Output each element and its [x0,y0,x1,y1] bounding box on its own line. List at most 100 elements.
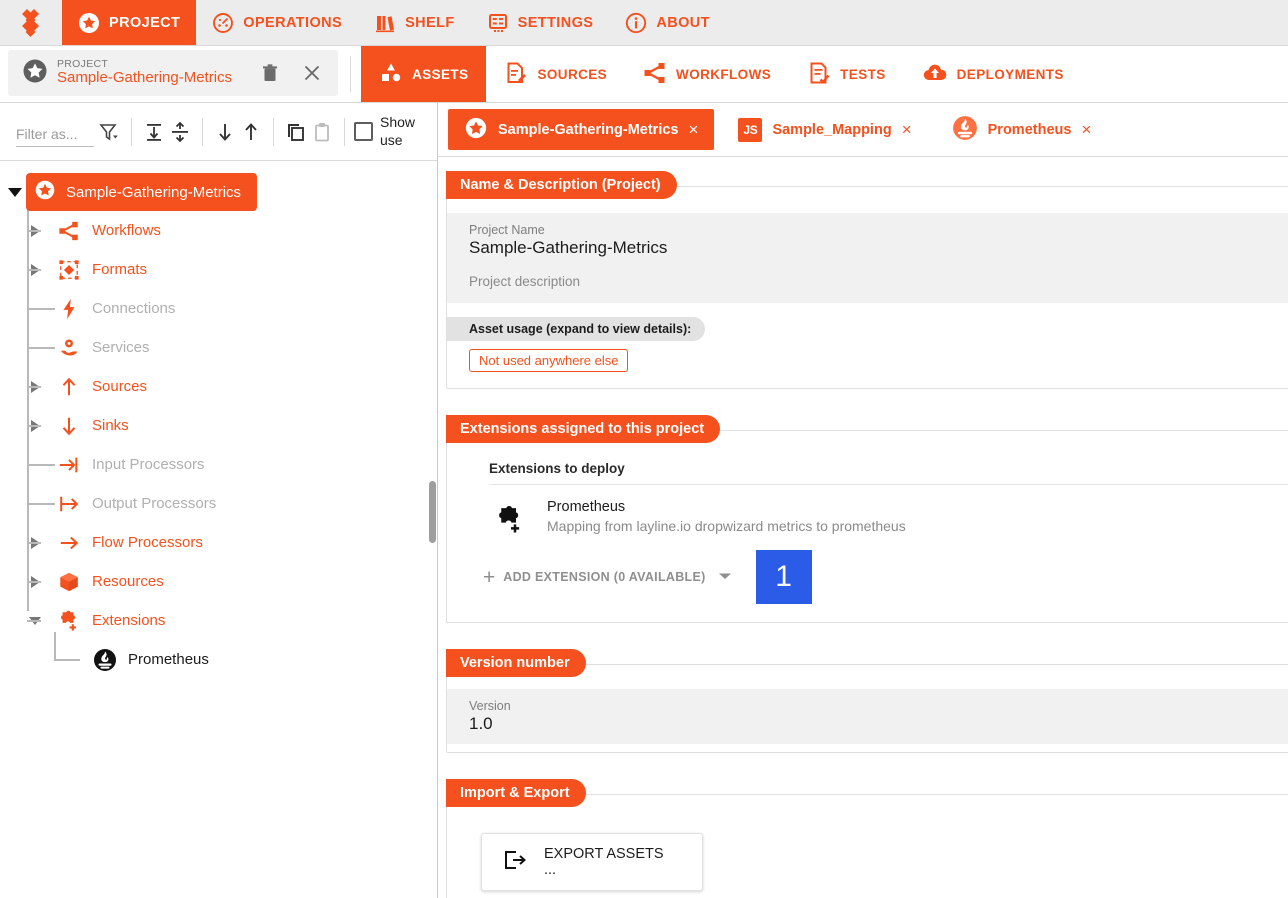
topmenu-item-about[interactable]: ABOUT [609,0,726,45]
move-down-button[interactable] [212,117,238,147]
workflow-nodes-icon [643,61,667,88]
cloud-upload-icon [922,61,948,88]
project-toolbar: PROJECT Sample-Gathering-Metrics ASSETS [0,46,1288,103]
tree-row-workflows[interactable]: Workflows [0,211,437,250]
plus-icon: + [483,565,496,589]
asset-usage-header[interactable]: Asset usage (expand to view details): [447,317,706,341]
topmenu-label: ABOUT [656,14,710,31]
panel-title: Import & Export [446,779,586,807]
tree-branch [27,347,55,349]
tree-branch [27,230,41,232]
star-circle-icon [78,12,100,34]
topmenu-label: OPERATIONS [243,14,343,31]
project-description-placeholder[interactable]: Project description [469,274,1288,289]
tree-row-extension-prometheus[interactable]: Prometheus [0,632,437,679]
project-tab-tests[interactable]: TESTS [789,46,904,102]
project-tab-assets[interactable]: ASSETS [361,46,487,102]
star-circle-icon [22,58,48,89]
toolbar-divider [131,117,132,146]
topmenu-label: SETTINGS [517,14,594,31]
extension-name: Prometheus [547,499,626,515]
tree-row-sinks[interactable]: Sinks [0,406,437,445]
tree-caret-root[interactable] [4,187,26,197]
sliders-panel-icon [487,12,509,34]
show-use-toggle[interactable]: Show use [354,114,420,149]
tree-row-output-processors[interactable]: Output Processors [0,484,437,523]
bar-to-arrow-right-icon [56,493,82,515]
project-chip[interactable]: PROJECT Sample-Gathering-Metrics [8,50,339,96]
sidebar-scrollbar[interactable] [428,161,437,898]
project-name-label: Sample-Gathering-Metrics [57,69,233,87]
puzzle-plus-icon [495,505,525,540]
topmenu-item-settings[interactable]: SETTINGS [471,0,610,45]
tree-branch [27,386,41,388]
filter-funnel-icon[interactable] [96,117,122,147]
project-name-field[interactable]: Project Name Sample-Gathering-Metrics Pr… [447,213,1288,303]
tree-row-services[interactable]: Services [0,328,437,367]
project-tab-workflows[interactable]: WORKFLOWS [625,46,789,102]
chevron-down-icon[interactable] [718,568,732,586]
star-circle-icon [34,179,56,205]
topmenu-label: PROJECT [109,14,181,31]
editor-tab-prometheus[interactable]: Prometheus × [936,109,1108,150]
service-hand-gear-icon [56,337,82,359]
topmenu-item-operations[interactable]: OPERATIONS [196,0,358,45]
tree-row-input-processors[interactable]: Input Processors [0,445,437,484]
close-icon[interactable]: × [902,121,912,138]
export-assets-button[interactable]: EXPORT ASSETS ... [481,833,703,891]
add-extension-row[interactable]: + ADD EXTENSION (0 AVAILABLE) 1 [483,550,1288,604]
arrow-right-icon [56,532,82,554]
panel-body: EXPORT ASSETS ... IMPORT ASSETS ... [446,794,1288,898]
filter-input[interactable] [16,123,94,147]
tree-node-label: Sinks [92,417,129,434]
arrow-to-bar-right-icon [56,454,82,476]
tree-row-extensions[interactable]: Extensions [0,601,437,640]
js-badge-icon: JS [738,117,763,142]
tree-row-resources[interactable]: Resources [0,562,437,601]
topmenu-item-shelf[interactable]: SHELF [358,0,471,45]
trash-icon[interactable] [257,61,283,85]
panel-name-description: Name & Description (Project) Project Nam… [446,171,1288,389]
show-use-checkbox[interactable] [354,122,373,141]
extension-row[interactable]: Prometheus Mapping from layline.io dropw… [447,485,1288,540]
panel-extensions: Extensions assigned to this project Exte… [446,415,1288,623]
tree-node-label: Formats [92,261,148,278]
tree-node-label: Sources [92,378,148,395]
collapse-all-button[interactable] [167,117,193,147]
tree-branch [27,620,41,622]
asset-usage-chip: Not used anywhere else [469,349,629,372]
editor-tab-label: Sample-Gathering-Metrics [498,121,679,138]
project-tab-sources[interactable]: SOURCES [486,46,625,102]
version-field[interactable]: Version 1.0 [447,689,1288,744]
field-label: Version [469,699,511,713]
move-up-button[interactable] [238,117,264,147]
close-icon[interactable] [298,61,326,85]
paste-button[interactable] [309,117,335,147]
panel-import-export: Import & Export EXPORT ASSETS ... [446,779,1288,898]
format-diamond-icon [56,259,82,281]
toolbar-divider [350,56,352,92]
topmenu-item-project[interactable]: PROJECT [62,0,197,45]
editor-scroll-area[interactable]: Name & Description (Project) Project Nam… [438,157,1288,898]
tree-branch [27,542,41,544]
expand-all-button[interactable] [141,117,167,147]
tree-row-flow-processors[interactable]: Flow Processors [0,523,437,562]
tree-node-sample-gathering-metrics[interactable]: Sample-Gathering-Metrics [26,173,258,211]
editor-tab-sample-mapping[interactable]: JS Sample_Mapping × [722,109,927,150]
export-assets-label: EXPORT ASSETS ... [544,846,664,878]
tree-row-connections[interactable]: Connections [0,289,437,328]
layline-logo [0,0,62,45]
tree-row-formats[interactable]: Formats [0,250,437,289]
tree-branch [54,659,80,661]
copy-button[interactable] [283,117,309,147]
sidebar-scrollbar-thumb[interactable] [429,481,436,543]
project-tab-deployments[interactable]: DEPLOYMENTS [904,46,1082,102]
close-icon[interactable]: × [689,121,699,138]
panel-body: Version 1.0 [446,664,1288,753]
close-icon[interactable]: × [1081,121,1091,138]
prometheus-icon [952,115,978,145]
editor-tab-sample-gathering-metrics[interactable]: Sample-Gathering-Metrics × [448,109,715,150]
tree-row-sources[interactable]: Sources [0,367,437,406]
field-label: Project Name [469,223,545,237]
asset-tree-sidebar: Show use Sample-Gathering-Metrics [0,103,438,898]
